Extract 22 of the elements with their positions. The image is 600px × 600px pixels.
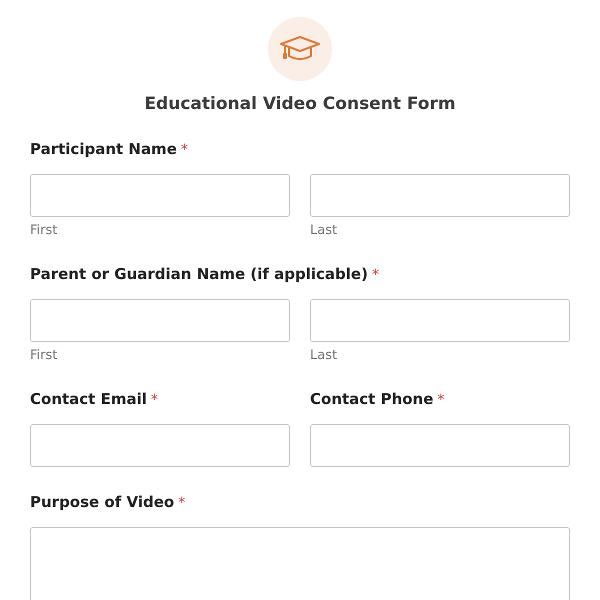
required-mark: * xyxy=(178,494,186,513)
input-field[interactable] xyxy=(310,174,570,217)
form-title: Educational Video Consent Form xyxy=(143,93,457,115)
field-label: Contact Email xyxy=(30,389,147,409)
required-mark: * xyxy=(150,391,158,410)
field-label: Parent or Guardian Name (if applicable) xyxy=(30,264,368,284)
input-field[interactable] xyxy=(30,174,290,217)
input-field[interactable] xyxy=(30,299,290,342)
input-field[interactable] xyxy=(30,424,290,467)
field-sublabel: Last xyxy=(310,348,338,364)
field-sublabel: Last xyxy=(310,223,338,239)
required-mark: * xyxy=(180,141,188,160)
graduation-cap-icon xyxy=(268,17,332,81)
field-label: Contact Phone xyxy=(310,389,434,409)
field-label: Purpose of Video xyxy=(30,492,174,512)
input-field[interactable] xyxy=(310,299,570,342)
input-field[interactable] xyxy=(310,424,570,467)
field-sublabel: First xyxy=(30,348,58,364)
field-label: Participant Name xyxy=(30,139,177,159)
required-mark: * xyxy=(437,391,444,410)
field-sublabel: First xyxy=(30,223,58,239)
required-mark: * xyxy=(372,266,379,285)
